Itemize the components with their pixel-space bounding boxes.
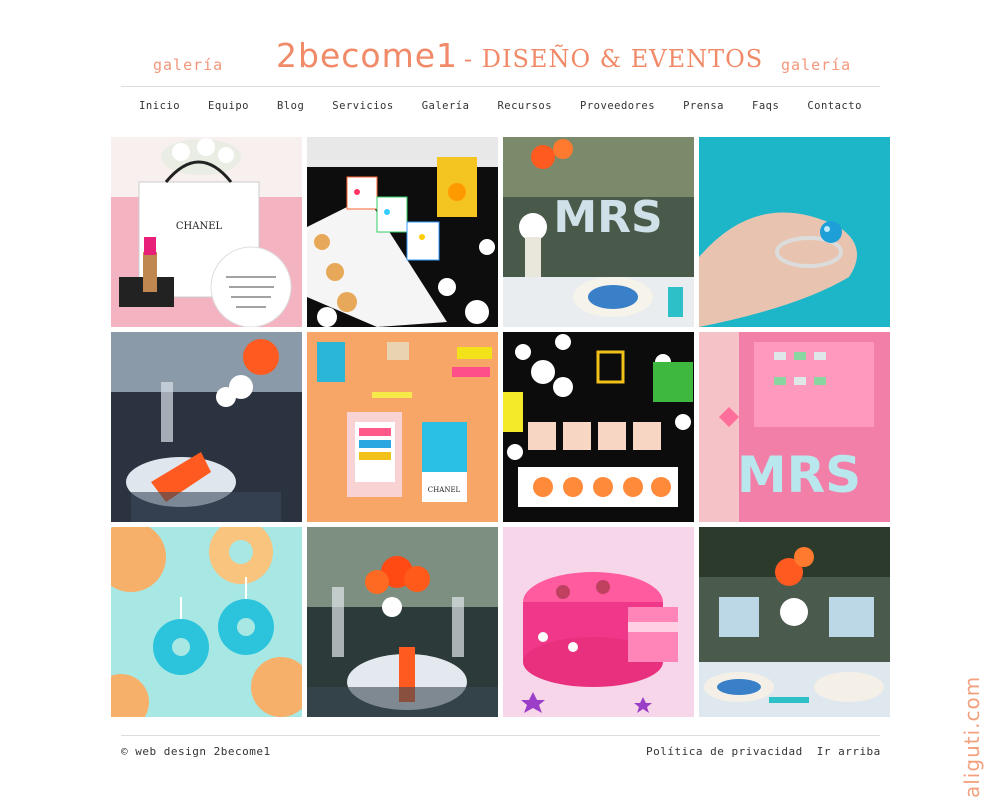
footer-credit: © web design 2become1 [121,745,271,758]
gallery-item-10[interactable] [307,527,498,717]
gallery-item-11[interactable] [503,527,694,717]
nav-item-prensa[interactable]: Prensa [669,100,738,112]
gallery-item-1[interactable]: CHANEL [111,137,302,327]
pink-cake-photo [503,527,694,717]
nav-item-galeria[interactable]: Galería [408,100,484,112]
gallery-label-right[interactable]: galería [781,56,851,74]
back-to-top-link[interactable]: Ir arriba [817,745,881,758]
nav-item-recursos[interactable]: Recursos [483,100,566,112]
gallery-item-4[interactable] [699,137,890,327]
mrs-letters-table-photo: MRS [503,137,694,327]
gerbera-table-setting-photo [307,527,498,717]
gallery-item-5[interactable] [111,332,302,522]
mr-mrs-table-photo [699,527,890,717]
footer-divider [121,735,880,736]
pink-mrs-letters-photo: MRS [699,332,890,522]
privacy-policy-link[interactable]: Política de privacidad [646,745,803,758]
brand-tagline: - DISEÑO & EVENTOS [464,45,764,73]
polka-dot-desserts-photo [503,332,694,522]
gallery-label-left[interactable]: galería [153,56,223,74]
gallery-item-7[interactable] [503,332,694,522]
photo-gallery: CHANEL MRS CHANEL MRS [111,137,890,719]
footer-links: Política de privacidad Ir arriba [646,745,895,758]
main-nav: Inicio Equipo Blog Servicios Galería Rec… [121,100,880,112]
gallery-item-3[interactable]: MRS [503,137,694,327]
chanel-bag-lipstick-photo: CHANEL [111,137,302,327]
gallery-item-8[interactable]: MRS [699,332,890,522]
brand-name: 2become1 [276,36,459,75]
header-divider [121,86,880,87]
nav-item-equipo[interactable]: Equipo [194,100,263,112]
flatlay-orange-chanel-photo: CHANEL [307,332,498,522]
gallery-item-6[interactable]: CHANEL [307,332,498,522]
donut-earrings-photo [111,527,302,717]
nav-item-inicio[interactable]: Inicio [125,100,194,112]
nav-item-proveedores[interactable]: Proveedores [566,100,669,112]
gallery-item-9[interactable] [111,527,302,717]
gallery-item-12[interactable] [699,527,890,717]
bag-brand-text: CHANEL [176,221,223,232]
site-header: galería 2become1- DISEÑO & EVENTOS galer… [0,0,1000,90]
popcorn-boxes-table-photo [307,137,498,327]
watermark-text: aliguti.com [960,675,984,798]
mrs-letters-text: MRS [553,192,662,243]
flatlay-brand-text: CHANEL [428,486,461,494]
gallery-item-2[interactable] [307,137,498,327]
nav-item-contacto[interactable]: Contacto [793,100,876,112]
pink-mrs-text: MRS [737,446,861,504]
nav-item-faqs[interactable]: Faqs [738,100,793,112]
nav-item-blog[interactable]: Blog [263,100,318,112]
site-logo[interactable]: 2become1- DISEÑO & EVENTOS [276,36,763,75]
ring-on-finger-photo [699,137,890,327]
table-setting-orange-napkin-photo [111,332,302,522]
nav-item-servicios[interactable]: Servicios [318,100,407,112]
